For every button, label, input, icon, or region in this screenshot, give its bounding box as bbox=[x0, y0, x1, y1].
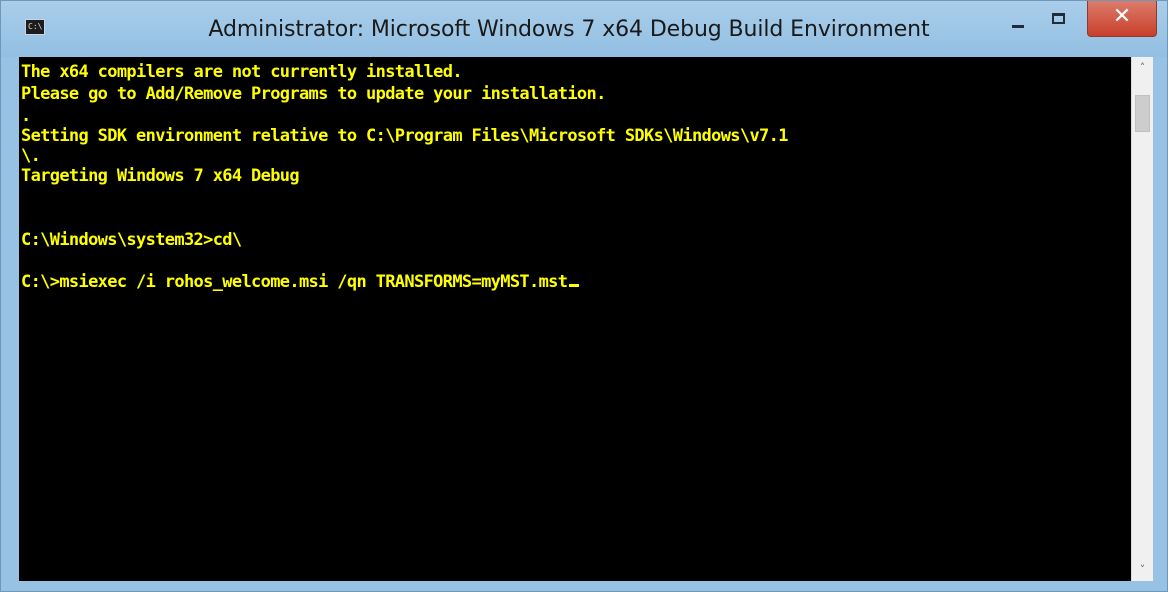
scroll-up-icon[interactable]: ˄ bbox=[1132, 57, 1153, 79]
close-icon: ✕ bbox=[1112, 4, 1132, 29]
console-output[interactable]: The x64 compilers are not currently inst… bbox=[19, 57, 1131, 581]
console-line: The x64 compilers are not currently inst… bbox=[21, 62, 463, 82]
window-frame-bottom bbox=[1, 581, 1167, 591]
console-line: . bbox=[21, 106, 31, 126]
console-prompt-line[interactable]: C:\>msiexec /i rohos_welcome.msi /qn TRA… bbox=[21, 272, 580, 292]
minimize-button[interactable] bbox=[1003, 1, 1033, 41]
console-line: Setting SDK environment relative to C:\P… bbox=[21, 126, 788, 146]
console-line: Targeting Windows 7 x64 Debug bbox=[21, 166, 300, 186]
command-text: C:\>msiexec /i rohos_welcome.msi /qn TRA… bbox=[21, 272, 568, 292]
scroll-thumb[interactable] bbox=[1135, 95, 1150, 132]
maximize-button[interactable] bbox=[1041, 1, 1073, 41]
console-line: C:\Windows\system32>cd\ bbox=[21, 230, 242, 250]
window-title: Administrator: Microsoft Windows 7 x64 D… bbox=[208, 17, 930, 42]
vertical-scrollbar[interactable]: ˄ ˅ bbox=[1131, 57, 1153, 581]
text-cursor bbox=[569, 284, 580, 287]
minimize-icon bbox=[1012, 25, 1024, 28]
console-window: C:\ Administrator: Microsoft Windows 7 x… bbox=[0, 0, 1168, 592]
close-button[interactable]: ✕ bbox=[1087, 1, 1157, 37]
maximize-icon bbox=[1052, 13, 1065, 24]
console-line: \. bbox=[21, 146, 41, 166]
title-bar[interactable]: C:\ Administrator: Microsoft Windows 7 x… bbox=[1, 1, 1167, 57]
scroll-down-icon[interactable]: ˅ bbox=[1132, 559, 1153, 581]
console-line: Please go to Add/Remove Programs to upda… bbox=[21, 84, 606, 104]
